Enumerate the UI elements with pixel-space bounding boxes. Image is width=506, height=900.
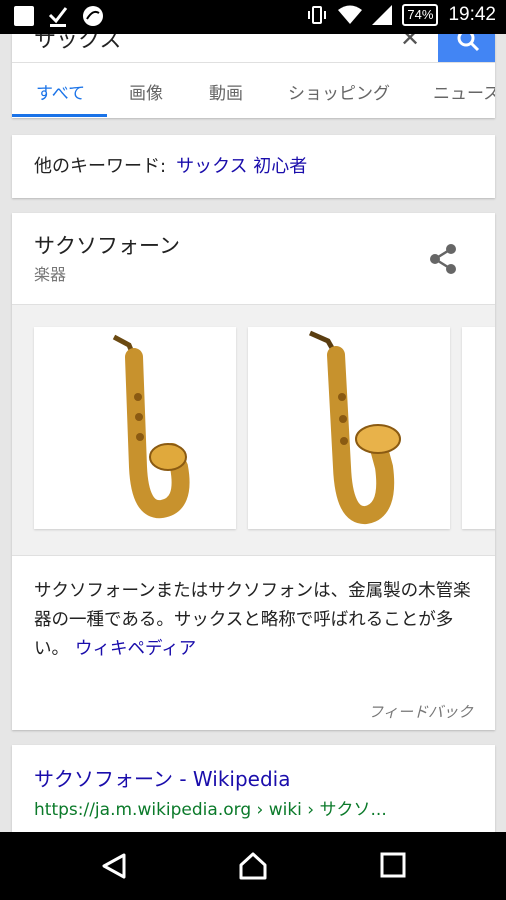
saxophone-image-3[interactable]	[462, 327, 495, 529]
app-notification-icon	[83, 6, 103, 26]
knowledge-title: サクソフォーン	[34, 234, 180, 258]
tab-news[interactable]: ニュース	[433, 79, 495, 104]
saxophone-image-2[interactable]	[248, 327, 450, 529]
knowledge-description: サクソフォーンまたはサクソフォンは、金属製の木管楽器の一種である。サックスと略称…	[34, 577, 479, 664]
tab-shopping[interactable]: ショッピング	[288, 79, 390, 104]
search-tabs: すべて 画像 動画 ショッピング ニュース	[12, 63, 495, 118]
saxophone-icon	[308, 330, 401, 524]
share-icon[interactable]	[428, 243, 458, 275]
feedback-link[interactable]: フィードバック	[368, 701, 473, 722]
related-prefix: 他のキーワード:	[34, 156, 167, 177]
search-button[interactable]	[438, 34, 495, 62]
active-tab-indicator	[12, 114, 107, 117]
vibrate-icon	[308, 6, 327, 24]
saxophone-icon	[112, 334, 190, 519]
knowledge-subtitle: 楽器	[34, 265, 67, 284]
clear-icon[interactable]: ✕	[400, 34, 420, 52]
tab-images[interactable]: 画像	[129, 79, 163, 104]
search-icon	[457, 34, 480, 52]
contacts-notification-icon	[14, 6, 34, 26]
wikipedia-link[interactable]: ウィキペディア	[75, 639, 196, 659]
image-carousel[interactable]	[12, 305, 495, 555]
related-keywords-card: 他のキーワード: サックス 初心者	[12, 135, 495, 198]
saxophone-image-1[interactable]	[34, 327, 236, 529]
clock: 19:42	[448, 4, 496, 25]
recent-apps-icon[interactable]	[380, 852, 406, 878]
knowledge-panel: サクソフォーン 楽器 サクソフォーンまたはサクソフォンは、金属製の木管楽器の一種…	[12, 213, 495, 730]
signal-icon	[372, 5, 393, 25]
tab-videos[interactable]: 動画	[209, 79, 243, 104]
tab-all[interactable]: すべて	[36, 79, 85, 104]
search-input[interactable]: サックス	[34, 34, 121, 54]
home-icon[interactable]	[238, 852, 268, 880]
result-url: https://ja.m.wikipedia.org › wiki › サクソ.…	[34, 800, 387, 820]
search-header: サックス ✕ すべて 画像 動画 ショッピング ニュース	[12, 34, 495, 118]
related-keywords: 他のキーワード: サックス 初心者	[34, 152, 307, 178]
back-icon[interactable]	[100, 852, 128, 880]
divider	[12, 555, 495, 556]
download-done-icon	[48, 7, 68, 27]
related-link[interactable]: サックス 初心者	[176, 156, 307, 177]
result-title[interactable]: サクソフォーン - Wikipedia	[34, 763, 290, 792]
status-bar: 74% 19:42	[0, 0, 506, 34]
search-result[interactable]: サクソフォーン - Wikipedia https://ja.m.wikiped…	[12, 745, 495, 845]
wifi-icon	[338, 5, 363, 24]
navigation-bar	[0, 832, 506, 900]
battery-indicator: 74%	[402, 4, 439, 26]
